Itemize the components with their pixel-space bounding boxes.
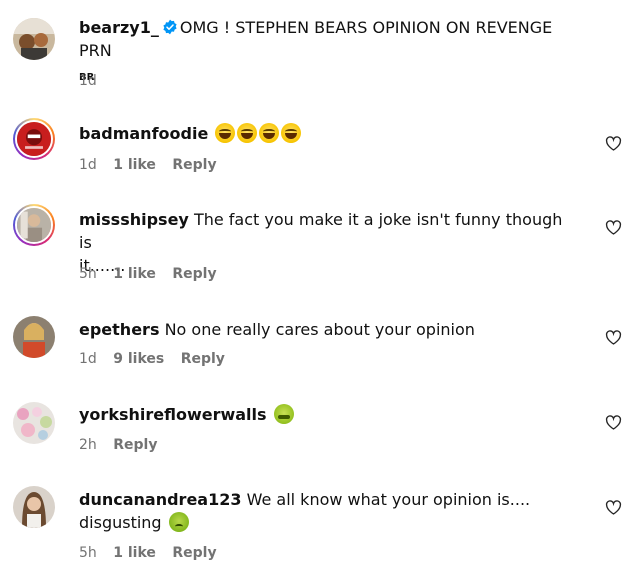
comment-time: 5h: [79, 266, 97, 282]
heart-icon[interactable]: [605, 220, 622, 235]
comment-time: 2h: [79, 437, 97, 453]
comment-time: 1d: [79, 157, 97, 173]
post-subtext: BR: [79, 72, 95, 83]
comment-text: No one really cares about your opinion: [164, 320, 475, 339]
comment-username[interactable]: missshipsey: [79, 210, 189, 229]
reply-button[interactable]: Reply: [181, 351, 225, 367]
laughing-emoji: [259, 123, 280, 143]
heart-icon[interactable]: [605, 500, 622, 515]
reply-button[interactable]: Reply: [113, 437, 157, 453]
comment-username[interactable]: duncanandrea123: [79, 490, 241, 509]
avatar[interactable]: [13, 486, 55, 528]
avatar[interactable]: [13, 18, 55, 60]
laughing-emoji: [281, 123, 302, 143]
verified-badge-icon: [163, 19, 177, 35]
avatar[interactable]: [13, 204, 55, 246]
reply-button[interactable]: Reply: [172, 545, 216, 561]
comment-likes[interactable]: 1 like: [113, 545, 156, 561]
comment-username[interactable]: badmanfoodie: [79, 124, 208, 143]
laughing-emoji: [237, 123, 258, 143]
reply-button[interactable]: Reply: [172, 266, 216, 282]
heart-icon[interactable]: [605, 415, 622, 430]
comment-username[interactable]: yorkshireflowerwalls: [79, 405, 267, 424]
comment-time: 1d: [79, 351, 97, 367]
laughing-emoji: [215, 123, 236, 143]
comment-likes[interactable]: 1 like: [113, 266, 156, 282]
post-time: 1d: [79, 73, 97, 89]
avatar[interactable]: [13, 118, 55, 160]
avatar[interactable]: [13, 316, 55, 358]
comment-likes[interactable]: 9 likes: [113, 351, 164, 367]
avatar[interactable]: [13, 402, 55, 444]
comment-likes[interactable]: 1 like: [113, 157, 156, 173]
nauseated-emoji: [273, 404, 294, 424]
reply-button[interactable]: Reply: [172, 157, 216, 173]
comment-username[interactable]: epethers: [79, 320, 159, 339]
post-username[interactable]: bearzy1_: [79, 18, 159, 37]
heart-icon[interactable]: [605, 330, 622, 345]
comment-text-continued: disgusting: [79, 513, 162, 532]
heart-icon[interactable]: [605, 136, 622, 151]
comment-text: We all know what your opinion is....: [246, 490, 531, 509]
sick-face-emoji: [168, 512, 189, 532]
comment-time: 5h: [79, 545, 97, 561]
